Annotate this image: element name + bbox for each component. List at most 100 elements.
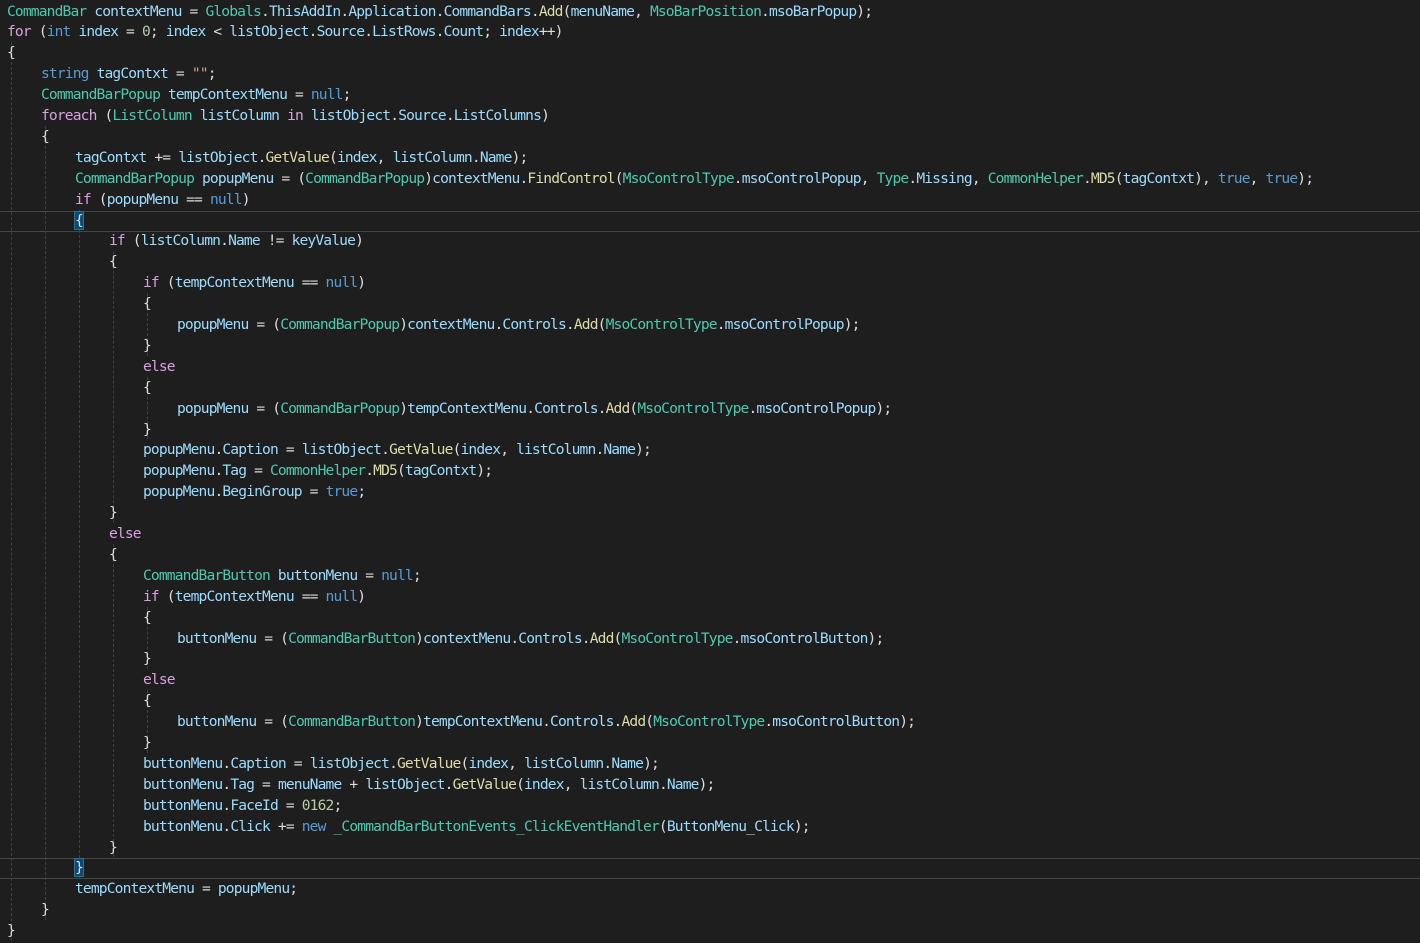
code-punctuation: ; [412, 566, 422, 584]
code-line[interactable]: CommandBarPopup tempContextMenu = null; [41, 84, 351, 105]
code-punctuation: = [301, 483, 326, 501]
code-punctuation: . [542, 713, 551, 731]
code-line[interactable]: foreach (ListColumn listColumn in listOb… [41, 105, 550, 126]
code-line[interactable]: buttonMenu.Caption = listObject.GetValue… [143, 753, 660, 774]
code-token: msoBarPopup [768, 2, 857, 20]
code-line[interactable]: { [7, 42, 16, 63]
code-token: 0162 [301, 796, 335, 814]
code-punctuation: { [143, 692, 152, 710]
code-line[interactable]: if (tempContextMenu == null) [143, 586, 366, 607]
code-line[interactable]: } [7, 920, 16, 941]
code-punctuation: . [390, 107, 399, 124]
code-line[interactable]: for (int index = 0; index < listObject.S… [7, 21, 563, 42]
code-punctuation: ) [241, 190, 251, 208]
code-line[interactable]: { [109, 544, 118, 565]
code-punctuation: ); [635, 441, 652, 459]
code-line[interactable]: popupMenu.BeginGroup = true; [143, 481, 366, 502]
code-token: listColumn [516, 441, 596, 459]
code-punctuation: ; [149, 23, 166, 41]
code-line[interactable]: if (tempContextMenu == null) [143, 272, 366, 293]
code-line[interactable]: if (popupMenu == null) [75, 189, 250, 210]
code-token: Name [228, 232, 261, 250]
code-punctuation: = [285, 754, 310, 772]
code-token: Name [666, 775, 700, 793]
code-token: tagContxt [75, 148, 147, 166]
code-line[interactable]: buttonMenu.Click += new _CommandBarButto… [143, 816, 811, 837]
code-line[interactable]: else [143, 669, 176, 690]
code-line[interactable]: } [109, 837, 118, 858]
code-token: Source [398, 107, 446, 124]
code-line[interactable]: tempContextMenu = popupMenu; [75, 878, 298, 899]
code-token: tempContextMenu [75, 880, 195, 898]
code-line[interactable]: popupMenu.Tag = CommonHelper.MD5(tagCont… [143, 460, 493, 481]
code-token: index [468, 754, 509, 772]
code-token: buttonMenu [143, 754, 223, 772]
code-punctuation: , [563, 775, 580, 793]
code-line[interactable]: { [143, 293, 152, 314]
code-punctuation [303, 107, 311, 124]
code-token: Name [603, 441, 636, 459]
code-line[interactable]: popupMenu.Caption = listObject.GetValue(… [143, 439, 652, 460]
code-line[interactable]: } [41, 899, 50, 920]
code-punctuation: } [143, 734, 152, 751]
code-line[interactable]: } [143, 648, 152, 669]
code-line[interactable]: buttonMenu.FaceId = 0162; [143, 795, 342, 816]
code-line[interactable]: } [109, 502, 118, 523]
code-line[interactable]: buttonMenu = (CommandBarButton)contextMe… [177, 628, 884, 649]
code-punctuation: . [444, 775, 454, 793]
code-token: CommandBar [7, 2, 87, 20]
code-token: else [109, 525, 142, 542]
code-line[interactable]: { [74, 210, 84, 231]
code-punctuation: ; [483, 23, 500, 41]
code-line[interactable]: CommandBar contextMenu = Globals.ThisAdd… [7, 1, 873, 22]
code-editor[interactable]: CommandBar contextMenu = Globals.ThisAdd… [0, 0, 1420, 943]
code-line[interactable]: } [143, 419, 152, 440]
code-punctuation: = [254, 775, 278, 793]
code-token: popupMenu [217, 880, 290, 898]
code-punctuation: { [143, 295, 152, 313]
code-line[interactable]: if (listColumn.Name != keyValue) [109, 230, 364, 251]
code-line[interactable]: string tagContxt = ""; [41, 63, 216, 84]
code-punctuation: ); [511, 148, 529, 166]
code-punctuation: = ( [248, 316, 281, 333]
code-line[interactable]: CommandBarPopup popupMenu = (CommandBarP… [75, 168, 1314, 189]
code-line[interactable]: { [143, 690, 152, 711]
code-punctuation: , [971, 169, 988, 187]
code-line[interactable]: CommandBarButton buttonMenu = null; [143, 565, 422, 586]
code-punctuation: . [733, 169, 743, 187]
code-token: MsoControlType [653, 713, 765, 731]
code-token: MsoBarPosition [649, 2, 762, 20]
code-punctuation: . [257, 148, 267, 166]
code-line[interactable]: } [143, 732, 152, 753]
code-token: CommandBarPopup [75, 169, 195, 187]
code-line[interactable]: else [109, 523, 142, 544]
code-punctuation: = [181, 2, 206, 20]
code-line[interactable]: buttonMenu = (CommandBarButton)tempConte… [177, 711, 916, 732]
code-line[interactable]: buttonMenu.Tag = menuName + listObject.G… [143, 774, 715, 795]
code-line[interactable]: { [109, 251, 118, 272]
code-punctuation: ( [1114, 169, 1124, 187]
code-line[interactable]: } [74, 857, 84, 878]
code-token: ListColumn [112, 107, 192, 124]
code-line[interactable]: tagContxt += listObject.GetValue(index, … [75, 147, 529, 168]
code-punctuation: = [357, 566, 382, 584]
code-token: Count [443, 23, 485, 41]
code-punctuation: ( [158, 274, 176, 292]
code-punctuation: = [277, 441, 302, 459]
code-punctuation: . [1082, 169, 1092, 187]
code-line[interactable]: { [143, 607, 152, 628]
code-punctuation: . [261, 2, 270, 20]
code-token: tempContextMenu [407, 399, 527, 417]
code-line[interactable]: } [143, 335, 152, 356]
code-line[interactable]: popupMenu = (CommandBarPopup)contextMenu… [177, 314, 860, 335]
code-line[interactable]: popupMenu = (CommandBarPopup)tempContext… [177, 398, 892, 419]
code-line[interactable]: { [41, 126, 50, 147]
code-punctuation: ) [399, 316, 408, 333]
code-punctuation: } [109, 504, 118, 522]
code-line[interactable]: else [143, 356, 176, 377]
code-token: Globals [205, 2, 261, 20]
code-token: tagContxt [404, 462, 477, 480]
code-line[interactable]: { [143, 377, 152, 398]
code-punctuation: { [109, 545, 118, 563]
code-token: listObject [301, 441, 382, 459]
